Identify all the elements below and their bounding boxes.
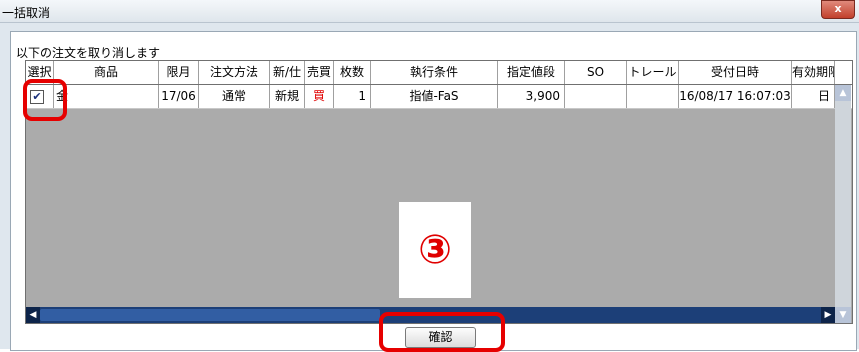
received-cell: 16/08/17 16:07:03 <box>679 85 792 108</box>
arrow-up-icon[interactable]: ▲ <box>835 85 851 101</box>
header-price[interactable]: 指定値段 <box>498 61 565 84</box>
table-row[interactable]: ✔ 金 17/06 通常 新規 買 1 指値-FaS 3,900 16/08/1… <box>26 85 852 109</box>
header-expiry[interactable]: 有効期限 <box>792 61 835 84</box>
side-cell: 買 <box>305 85 334 108</box>
arrow-right-icon[interactable]: ▶ <box>821 307 835 323</box>
header-qty[interactable]: 枚数 <box>334 61 371 84</box>
checkbox-highlight <box>23 79 67 121</box>
scroll-thumb[interactable] <box>40 309 380 321</box>
header-so[interactable]: SO <box>565 61 627 84</box>
so-cell <box>565 85 627 108</box>
arrow-down-icon[interactable]: ▼ <box>835 307 851 323</box>
step-marker: ③ <box>399 202 471 298</box>
condition-cell: 指値-FaS <box>371 85 498 108</box>
instruction-text: 以下の注文を取り消します <box>16 46 161 60</box>
month-cell: 17/06 <box>159 85 199 108</box>
header-new-close[interactable]: 新/仕 <box>270 61 305 84</box>
header-trail[interactable]: トレール <box>627 61 679 84</box>
trail-cell <box>627 85 679 108</box>
header-month[interactable]: 限月 <box>159 61 199 84</box>
product-cell: 金 <box>54 85 159 108</box>
method-cell: 通常 <box>199 85 270 108</box>
header-condition[interactable]: 執行条件 <box>371 61 498 84</box>
header-product[interactable]: 商品 <box>54 61 159 84</box>
title-bar: 一括取消 x <box>0 0 859 23</box>
qty-cell: 1 <box>334 85 371 108</box>
close-button[interactable]: x <box>821 0 855 19</box>
header-method[interactable]: 注文方法 <box>199 61 270 84</box>
confirm-highlight <box>379 312 505 352</box>
header-side[interactable]: 売買 <box>305 61 334 84</box>
step-number: ③ <box>418 227 452 273</box>
new-close-cell: 新規 <box>270 85 305 108</box>
bulk-cancel-window: 一括取消 x 以下の注文を取り消します 選択 商品 限月 注文方法 新/仕 売買… <box>0 0 859 352</box>
vertical-scrollbar[interactable]: ▲ ▼ <box>835 85 851 323</box>
arrow-left-icon[interactable]: ◀ <box>26 307 40 323</box>
expiry-cell: 日 <box>792 85 835 108</box>
header-row: 選択 商品 限月 注文方法 新/仕 売買 枚数 執行条件 指定値段 SO トレー… <box>26 61 852 85</box>
price-cell: 3,900 <box>498 85 565 108</box>
header-received[interactable]: 受付日時 <box>679 61 792 84</box>
window-title: 一括取消 <box>2 6 51 20</box>
close-icon: x <box>834 2 842 15</box>
